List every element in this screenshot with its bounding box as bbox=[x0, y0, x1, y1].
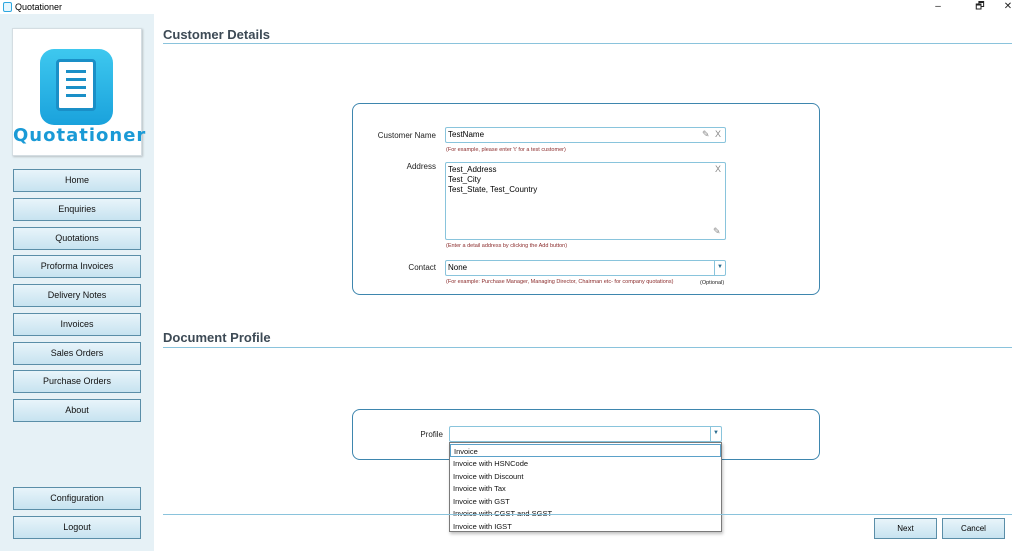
profile-option[interactable]: Invoice bbox=[450, 444, 721, 457]
chevron-down-icon[interactable]: ▼ bbox=[714, 261, 725, 275]
footer-divider bbox=[163, 514, 1012, 515]
clear-icon[interactable]: X bbox=[715, 164, 721, 174]
pencil-icon[interactable]: ✎ bbox=[713, 226, 721, 237]
document-profile-title: Document Profile bbox=[163, 330, 271, 345]
clear-icon[interactable]: X bbox=[715, 129, 721, 139]
nav-sales-orders-button[interactable]: Sales Orders bbox=[13, 342, 141, 365]
close-button[interactable]: ✕ bbox=[993, 0, 1023, 14]
customer-name-label: Customer Name bbox=[377, 131, 436, 140]
nav-quotations-button[interactable]: Quotations bbox=[13, 227, 141, 250]
contact-select[interactable]: None bbox=[445, 260, 726, 276]
section-divider bbox=[163, 347, 1012, 348]
customer-name-hint: (For example, please enter 't' for a tes… bbox=[446, 147, 566, 153]
address-label: Address bbox=[406, 162, 436, 171]
maximize-button[interactable]: 🗗 bbox=[965, 0, 995, 14]
address-line: Test_Address bbox=[448, 165, 497, 174]
app-window: Quotationer – 🗗 ✕ Quotationer Home Enqui… bbox=[0, 0, 1024, 551]
nav-enquiries-button[interactable]: Enquiries bbox=[13, 198, 141, 221]
configuration-button[interactable]: Configuration bbox=[13, 487, 141, 510]
profile-option[interactable]: Invoice with IGST bbox=[450, 520, 721, 533]
title-bar: Quotationer – 🗗 ✕ bbox=[0, 0, 1024, 14]
profile-label: Profile bbox=[420, 430, 443, 439]
contact-hint: (For example: Purchase Manager, Managing… bbox=[446, 279, 674, 285]
next-button[interactable]: Next bbox=[874, 518, 937, 539]
sidebar: Quotationer Home Enquiries Quotations Pr… bbox=[0, 14, 154, 551]
window-title: Quotationer bbox=[15, 2, 63, 12]
address-input[interactable]: Test_Address Test_City Test_State, Test_… bbox=[445, 162, 726, 240]
chevron-down-icon[interactable]: ▼ bbox=[710, 427, 721, 441]
address-line: Test_State, Test_Country bbox=[448, 185, 538, 194]
pencil-icon[interactable]: ✎ bbox=[702, 129, 710, 140]
address-hint: (Enter a detail address by clicking the … bbox=[446, 243, 568, 249]
minimize-button[interactable]: – bbox=[923, 0, 953, 14]
profile-dropdown-list: Invoice Invoice with HSNCode Invoice wit… bbox=[449, 442, 722, 532]
nav-invoices-button[interactable]: Invoices bbox=[13, 313, 141, 336]
profile-select[interactable] bbox=[449, 426, 722, 442]
app-icon bbox=[3, 2, 12, 12]
address-line: Test_City bbox=[448, 175, 481, 184]
nav-delivery-notes-button[interactable]: Delivery Notes bbox=[13, 284, 141, 307]
customer-details-title: Customer Details bbox=[163, 27, 270, 42]
logout-button[interactable]: Logout bbox=[13, 516, 141, 539]
contact-value: None bbox=[448, 263, 468, 272]
logo-text: Quotationer bbox=[13, 125, 147, 146]
profile-option[interactable]: Invoice with HSNCode bbox=[450, 457, 721, 470]
section-divider bbox=[163, 43, 1012, 44]
nav-purchase-orders-button[interactable]: Purchase Orders bbox=[13, 370, 141, 393]
nav-about-button[interactable]: About bbox=[13, 399, 141, 422]
customer-name-value: TestName bbox=[448, 130, 485, 139]
app-logo: Quotationer bbox=[12, 28, 147, 156]
profile-option[interactable]: Invoice with Tax bbox=[450, 482, 721, 495]
document-icon bbox=[40, 49, 113, 125]
nav-proforma-invoices-button[interactable]: Proforma Invoices bbox=[13, 255, 141, 278]
customer-name-input[interactable]: TestName bbox=[445, 127, 726, 143]
contact-label: Contact bbox=[408, 263, 436, 272]
nav-home-button[interactable]: Home bbox=[13, 169, 141, 192]
contact-optional-note: (Optional) bbox=[700, 280, 725, 286]
cancel-button[interactable]: Cancel bbox=[942, 518, 1005, 539]
